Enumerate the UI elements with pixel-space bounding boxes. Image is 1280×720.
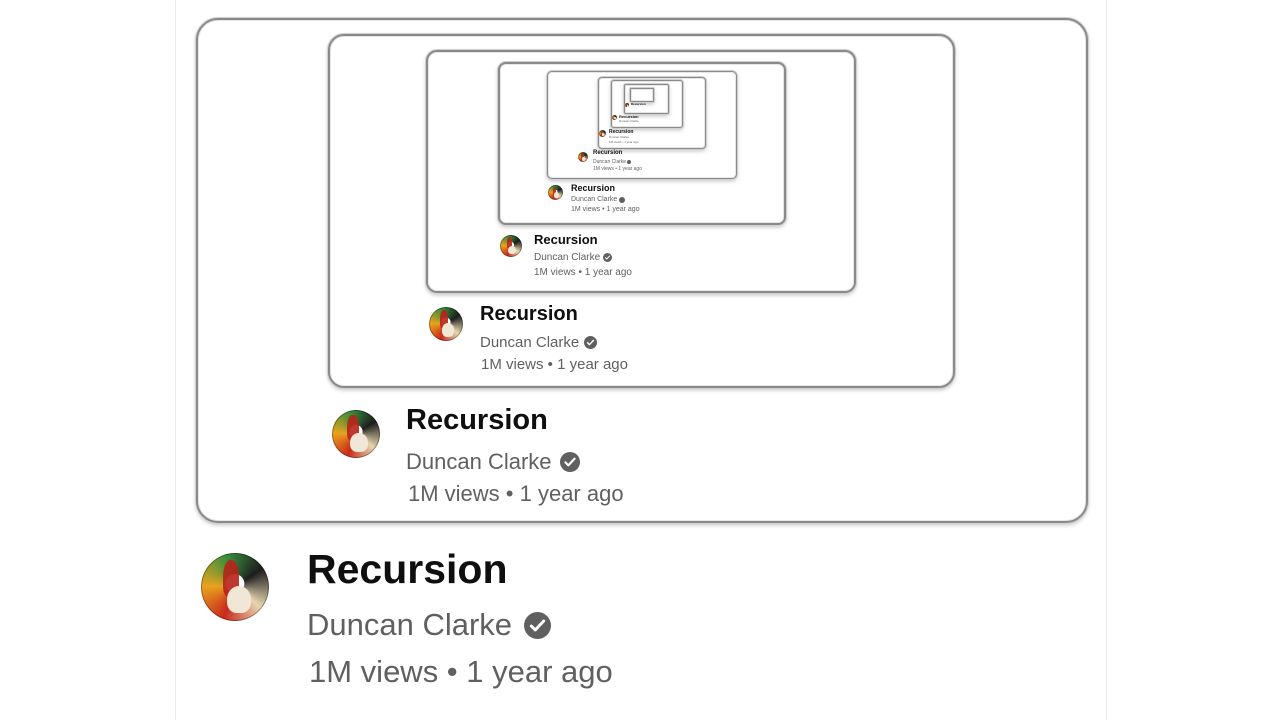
video-stats: 1M views • 1 year ago xyxy=(309,654,613,689)
channel-avatar xyxy=(612,115,617,120)
video-stats: 1M views • 1 year ago xyxy=(571,206,640,213)
channel-name-text: Duncan Clarke xyxy=(619,119,639,123)
video-title: Recursion xyxy=(593,150,623,156)
verified-check-icon xyxy=(603,253,613,262)
video-title[interactable]: Recursion xyxy=(307,546,508,593)
page: Recursion Duncan Clarke 1M views • 1 yea… xyxy=(175,0,1107,720)
video-stats: 1M views • 1 year ago xyxy=(609,140,639,144)
video-title: Recursion xyxy=(631,102,646,106)
channel-name-text[interactable]: Duncan Clarke xyxy=(307,607,512,643)
channel-avatar xyxy=(500,235,522,257)
channel-name-text: Duncan Clarke xyxy=(593,159,627,165)
channel-name-text: Duncan Clarke xyxy=(534,252,601,263)
channel-name: Duncan Clarke xyxy=(619,119,639,123)
video-title: Recursion xyxy=(406,404,548,436)
channel-name-text: Duncan Clarke xyxy=(480,334,580,351)
video-stats: 1M views • 1 year ago xyxy=(481,356,628,373)
video-stats: 1M views • 1 year ago xyxy=(408,481,624,506)
video-title: Recursion xyxy=(571,183,616,193)
verified-check-icon xyxy=(524,611,552,639)
channel-name: Duncan Clarke xyxy=(406,449,580,475)
channel-name[interactable]: Duncan Clarke xyxy=(307,607,552,643)
video-stats: 1M views • 1 year ago xyxy=(593,166,642,172)
channel-name-text: Duncan Clarke xyxy=(609,135,629,139)
channel-avatar[interactable] xyxy=(201,553,269,621)
channel-name-text: Duncan Clarke xyxy=(571,196,618,203)
verified-check-icon xyxy=(584,336,598,349)
channel-avatar xyxy=(625,103,629,107)
channel-name: Duncan Clarke xyxy=(609,135,629,139)
nested-thumbnail-level-9 xyxy=(630,88,654,102)
video-stats: 1M views • 1 year ago xyxy=(534,267,632,278)
channel-name-text: Duncan Clarke xyxy=(406,449,552,474)
channel-name: Duncan Clarke xyxy=(593,159,632,165)
channel-avatar xyxy=(429,307,463,341)
verified-check-icon xyxy=(619,196,626,203)
channel-avatar xyxy=(578,152,588,162)
channel-name: Duncan Clarke xyxy=(480,334,598,351)
video-title: Recursion xyxy=(480,303,578,325)
channel-name: Duncan Clarke xyxy=(571,196,626,203)
channel-name: Duncan Clarke xyxy=(534,252,613,263)
channel-avatar xyxy=(599,130,606,137)
channel-avatar xyxy=(548,185,563,200)
verified-check-icon xyxy=(627,160,632,164)
verified-check-icon xyxy=(559,452,580,472)
video-title: Recursion xyxy=(534,232,598,247)
channel-avatar xyxy=(332,410,380,458)
